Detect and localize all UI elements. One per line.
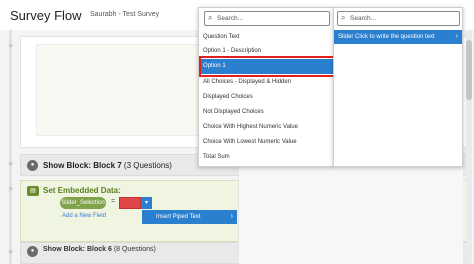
search-icon: ⌕ — [341, 13, 346, 22]
eye-icon: ● — [27, 246, 38, 257]
question-count: (3 Questions) — [123, 161, 172, 170]
search-icon: ⌕ — [208, 13, 213, 22]
flow-arrow-icon: ▸ — [9, 183, 14, 193]
block-label: Show Block: Block 6 — [43, 246, 112, 253]
menu-item-lowest-numeric[interactable]: Choice With Lowest Numeric Value — [199, 135, 333, 150]
flow-arrow-icon: ▸ — [9, 158, 14, 168]
embedded-data-icon: ▤ — [27, 186, 39, 196]
right-search-input[interactable] — [350, 13, 450, 24]
menu-item-not-displayed-choices[interactable]: Not Displayed Choices — [199, 105, 333, 120]
question-count: (8 Questions) — [113, 246, 156, 253]
insert-piped-text-label: Insert Piped Text — [156, 214, 201, 220]
block-label: Show Block: Block 7 — [43, 161, 122, 170]
insert-piped-text-menu-item[interactable]: Insert Piped Text › — [142, 210, 237, 224]
scrollbar-thumb[interactable] — [466, 40, 472, 100]
chevron-right-icon: › — [230, 213, 233, 220]
question-item-slider[interactable]: Slider Click to write the question text … — [334, 30, 462, 44]
flow-rail — [9, 30, 12, 264]
flow-arrow-icon: ▸ — [9, 40, 14, 50]
embedded-value-field[interactable] — [119, 197, 141, 209]
menu-item-all-choices[interactable]: All Choices - Displayed & Hidden — [199, 75, 333, 90]
page-title: Survey Flow — [10, 8, 82, 23]
left-search-input[interactable] — [217, 13, 317, 24]
menu-item-displayed-choices[interactable]: Displayed Choices — [199, 90, 333, 105]
embedded-data-title: Set Embedded Data: — [43, 186, 121, 195]
right-search-box[interactable]: ⌕ — [337, 11, 460, 26]
menu-item-question-text[interactable]: Question Text — [199, 30, 333, 45]
equals-sign: = — [111, 198, 116, 205]
chevron-right-icon: › — [455, 33, 458, 40]
survey-name: Saurabh - Test Survey — [90, 11, 160, 18]
annotation-highlight-box — [199, 56, 335, 77]
question-item-label: Slider Click to write the question text — [338, 34, 435, 40]
eye-icon: ● — [27, 160, 38, 171]
submenu-panel-area — [238, 167, 463, 264]
flow-arrow-icon: ▸ — [9, 246, 14, 256]
piped-text-dropdown-button[interactable]: ▾ — [141, 197, 152, 209]
menu-item-highest-numeric[interactable]: Choice With Highest Numeric Value — [199, 120, 333, 135]
add-new-field-link[interactable]: Add a New Field — [62, 213, 106, 219]
embedded-field-name[interactable]: Slider_Selection — [60, 197, 106, 209]
menu-item-total-sum[interactable]: Total Sum — [199, 150, 333, 165]
left-search-box[interactable]: ⌕ — [204, 11, 330, 26]
